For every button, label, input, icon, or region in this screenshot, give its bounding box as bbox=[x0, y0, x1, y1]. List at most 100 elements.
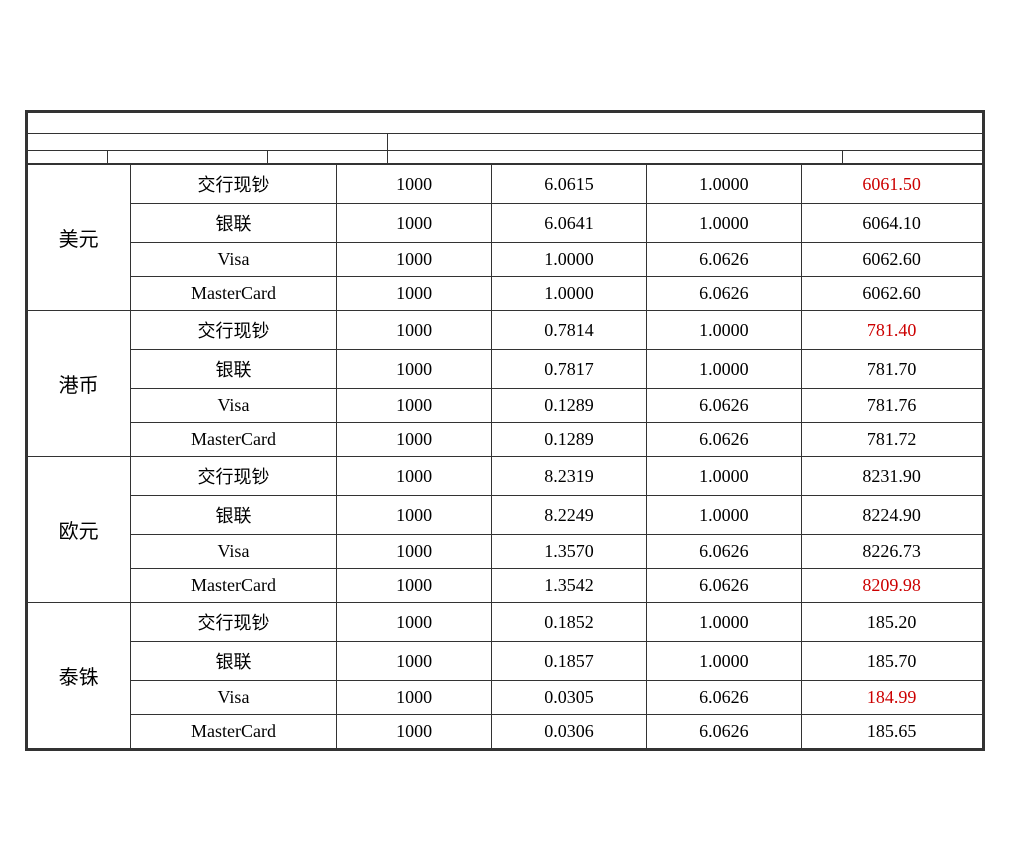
rate2-cell: 1.0000 bbox=[646, 350, 801, 389]
rate2-cell: 1.0000 bbox=[646, 204, 801, 243]
table-row: MasterCard10001.00006.06266062.60 bbox=[27, 277, 982, 311]
settlement-cell: 781.72 bbox=[801, 423, 982, 457]
amount-cell: 1000 bbox=[337, 389, 492, 423]
rate1-cell: 0.1857 bbox=[492, 642, 647, 681]
rate1-cell: 1.3542 bbox=[492, 569, 647, 603]
amount-cell: 1000 bbox=[337, 681, 492, 715]
header-rate bbox=[387, 151, 842, 164]
channel-cell: 交行现钞 bbox=[130, 311, 336, 350]
header-amount bbox=[267, 151, 387, 164]
currency-label: 泰铢 bbox=[27, 603, 130, 749]
header-row bbox=[27, 151, 982, 164]
rate1-cell: 6.0615 bbox=[492, 165, 647, 204]
amount-cell: 1000 bbox=[337, 350, 492, 389]
settlement-cell: 8224.90 bbox=[801, 496, 982, 535]
maker-label bbox=[387, 134, 982, 151]
table-row: 美元交行现钞10006.06151.00006061.50 bbox=[27, 165, 982, 204]
channel-cell: MasterCard bbox=[130, 569, 336, 603]
date-label bbox=[27, 134, 387, 151]
settlement-cell: 6062.60 bbox=[801, 277, 982, 311]
amount-cell: 1000 bbox=[337, 165, 492, 204]
settlement-cell: 185.70 bbox=[801, 642, 982, 681]
settlement-cell: 8231.90 bbox=[801, 457, 982, 496]
table-row: Visa10000.12896.0626781.76 bbox=[27, 389, 982, 423]
rate1-cell: 1.0000 bbox=[492, 243, 647, 277]
table-row: Visa10000.03056.0626184.99 bbox=[27, 681, 982, 715]
header-channel bbox=[107, 151, 267, 164]
table-row: 泰铢交行现钞10000.18521.0000185.20 bbox=[27, 603, 982, 642]
rate2-cell: 6.0626 bbox=[646, 243, 801, 277]
rate2-cell: 1.0000 bbox=[646, 311, 801, 350]
channel-cell: Visa bbox=[130, 681, 336, 715]
table-row: 银联10008.22491.00008224.90 bbox=[27, 496, 982, 535]
amount-cell: 1000 bbox=[337, 457, 492, 496]
rate2-cell: 6.0626 bbox=[646, 423, 801, 457]
rate1-cell: 0.1852 bbox=[492, 603, 647, 642]
rate2-cell: 1.0000 bbox=[646, 603, 801, 642]
channel-cell: 交行现钞 bbox=[130, 603, 336, 642]
rate1-cell: 8.2319 bbox=[492, 457, 647, 496]
table-row: Visa10001.35706.06268226.73 bbox=[27, 535, 982, 569]
rate2-cell: 6.0626 bbox=[646, 277, 801, 311]
settlement-cell: 185.20 bbox=[801, 603, 982, 642]
amount-cell: 1000 bbox=[337, 204, 492, 243]
currency-label: 欧元 bbox=[27, 457, 130, 603]
channel-cell: 银联 bbox=[130, 350, 336, 389]
rate1-cell: 1.0000 bbox=[492, 277, 647, 311]
currency-label: 美元 bbox=[27, 165, 130, 311]
settlement-cell: 6061.50 bbox=[801, 165, 982, 204]
title-row bbox=[27, 113, 982, 134]
table-row: 银联10006.06411.00006064.10 bbox=[27, 204, 982, 243]
rate2-cell: 1.0000 bbox=[646, 642, 801, 681]
rate2-cell: 6.0626 bbox=[646, 389, 801, 423]
channel-cell: 银联 bbox=[130, 204, 336, 243]
table-title bbox=[27, 113, 982, 134]
settlement-cell: 185.65 bbox=[801, 715, 982, 749]
table-row: 银联10000.18571.0000185.70 bbox=[27, 642, 982, 681]
amount-cell: 1000 bbox=[337, 243, 492, 277]
rate2-cell: 6.0626 bbox=[646, 681, 801, 715]
amount-cell: 1000 bbox=[337, 603, 492, 642]
table-row: Visa10001.00006.06266062.60 bbox=[27, 243, 982, 277]
rate2-cell: 6.0626 bbox=[646, 569, 801, 603]
amount-cell: 1000 bbox=[337, 277, 492, 311]
header-settlement bbox=[842, 151, 982, 164]
rate2-cell: 1.0000 bbox=[646, 496, 801, 535]
rate1-cell: 0.1289 bbox=[492, 389, 647, 423]
rate1-cell: 0.7817 bbox=[492, 350, 647, 389]
amount-cell: 1000 bbox=[337, 569, 492, 603]
channel-cell: 银联 bbox=[130, 496, 336, 535]
date-maker-row bbox=[27, 134, 982, 151]
settlement-cell: 8226.73 bbox=[801, 535, 982, 569]
rate1-cell: 8.2249 bbox=[492, 496, 647, 535]
amount-cell: 1000 bbox=[337, 715, 492, 749]
amount-cell: 1000 bbox=[337, 496, 492, 535]
table-row: 银联10000.78171.0000781.70 bbox=[27, 350, 982, 389]
rate2-cell: 6.0626 bbox=[646, 535, 801, 569]
header-currency bbox=[27, 151, 107, 164]
rate2-cell: 1.0000 bbox=[646, 165, 801, 204]
amount-cell: 1000 bbox=[337, 642, 492, 681]
rate1-cell: 6.0641 bbox=[492, 204, 647, 243]
table-row: 港币交行现钞10000.78141.0000781.40 bbox=[27, 311, 982, 350]
amount-cell: 1000 bbox=[337, 311, 492, 350]
rate2-cell: 6.0626 bbox=[646, 715, 801, 749]
channel-cell: Visa bbox=[130, 535, 336, 569]
table-row: MasterCard10000.12896.0626781.72 bbox=[27, 423, 982, 457]
settlement-cell: 8209.98 bbox=[801, 569, 982, 603]
channel-cell: Visa bbox=[130, 389, 336, 423]
channel-cell: MasterCard bbox=[130, 423, 336, 457]
currency-label: 港币 bbox=[27, 311, 130, 457]
settlement-cell: 781.40 bbox=[801, 311, 982, 350]
amount-cell: 1000 bbox=[337, 535, 492, 569]
settlement-cell: 184.99 bbox=[801, 681, 982, 715]
rate1-cell: 0.0306 bbox=[492, 715, 647, 749]
settlement-cell: 781.70 bbox=[801, 350, 982, 389]
rate2-cell: 1.0000 bbox=[646, 457, 801, 496]
rate1-cell: 1.3570 bbox=[492, 535, 647, 569]
table-row: 欧元交行现钞10008.23191.00008231.90 bbox=[27, 457, 982, 496]
channel-cell: 交行现钞 bbox=[130, 457, 336, 496]
channel-cell: 交行现钞 bbox=[130, 165, 336, 204]
channel-cell: MasterCard bbox=[130, 715, 336, 749]
rate1-cell: 0.0305 bbox=[492, 681, 647, 715]
